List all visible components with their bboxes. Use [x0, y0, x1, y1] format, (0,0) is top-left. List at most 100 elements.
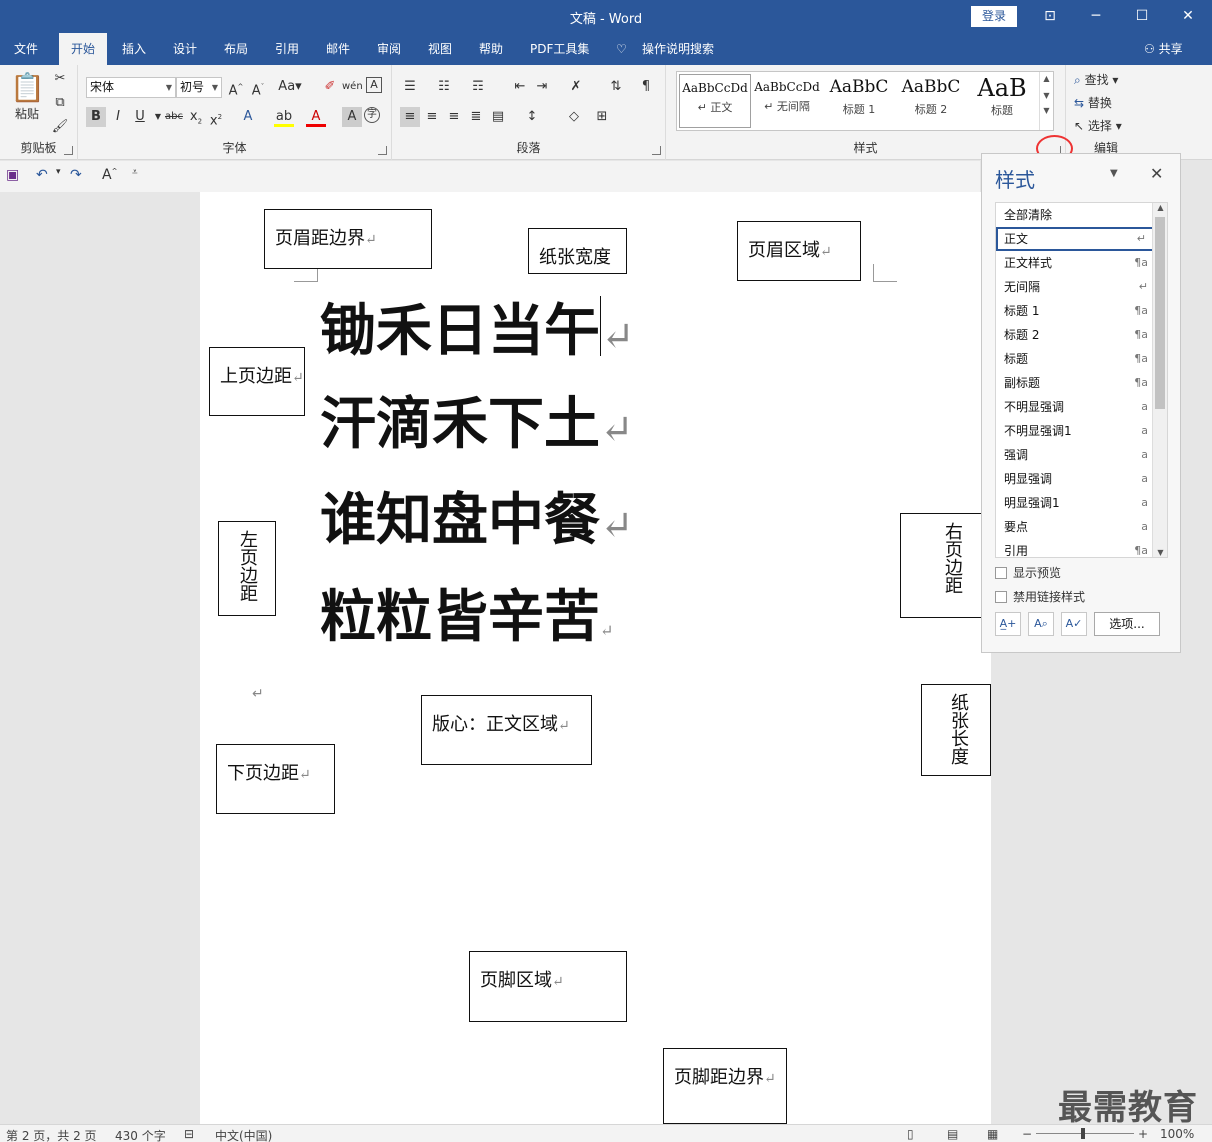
bullets-icon[interactable]: ☰ [400, 77, 420, 97]
footer-margin-box[interactable]: 页脚距边界↵ [663, 1048, 787, 1124]
strikethrough-icon[interactable]: abc [164, 107, 184, 127]
word-count[interactable]: 430 个字 [115, 1127, 166, 1142]
styles-list-scrollbar[interactable]: ▲ ▼ [1152, 203, 1167, 557]
style-item-title[interactable]: 标题 ¶a [996, 347, 1154, 371]
zoom-slider[interactable] [1036, 1133, 1134, 1134]
borders-icon[interactable]: ⊞ [592, 107, 612, 127]
header-margin-box[interactable]: 页眉距边界↵ [264, 209, 432, 269]
style-item-intense-emphasis-1[interactable]: 明显强调1 a [996, 491, 1154, 515]
line-spacing-icon[interactable]: ↕ [522, 107, 542, 127]
style-item-intense-emphasis[interactable]: 明显强调 a [996, 467, 1154, 491]
cut-icon[interactable]: ✂ [50, 69, 70, 89]
select-button[interactable]: ↖ 选择 ▾ [1074, 117, 1144, 134]
print-layout-icon[interactable]: ▤ [947, 1127, 958, 1141]
proofing-icon[interactable]: ⊟ [184, 1127, 194, 1141]
share-button[interactable]: ⚇ 共享 [1144, 33, 1183, 65]
numbering-icon[interactable]: ☷ [434, 77, 454, 97]
paste-icon[interactable]: 📋 [10, 71, 45, 104]
style-item-clear-all[interactable]: 全部清除 [996, 203, 1154, 227]
close-icon[interactable]: ✕ [1150, 164, 1163, 183]
clear-format-icon[interactable]: ✐ [320, 77, 340, 97]
tell-me-search[interactable]: 操作说明搜索 [642, 33, 714, 65]
zoom-in-icon[interactable]: + [1138, 1127, 1148, 1141]
gallery-style-normal[interactable]: AaBbCcDd ↵ 正文 [679, 74, 751, 128]
top-margin-box[interactable]: 上页边距↵ [209, 347, 305, 416]
font-name-combo[interactable]: 宋体 ▼ [86, 77, 176, 98]
increase-indent-icon[interactable]: ⇥ [532, 77, 552, 97]
zoom-slider-thumb[interactable] [1081, 1128, 1085, 1139]
maximize-icon[interactable]: ☐ [1129, 4, 1155, 28]
poem-line-1[interactable]: 锄禾日当午↵ [320, 296, 635, 369]
customize-qat-icon[interactable]: ⩡ [132, 167, 138, 178]
replace-button[interactable]: ⇆ 替换 [1074, 94, 1144, 111]
font-size-combo[interactable]: 初号 ▼ [176, 77, 222, 98]
copy-icon[interactable]: ⧉ [50, 93, 70, 113]
chevron-down-icon[interactable]: ▼ [1040, 91, 1053, 100]
gallery-style-heading2[interactable]: AaBbC 标题 2 [895, 74, 967, 128]
tab-design[interactable]: 设计 [173, 33, 197, 65]
style-item-subtle-emphasis[interactable]: 不明显强调 a [996, 395, 1154, 419]
gallery-style-heading1[interactable]: AaBbC 标题 1 [823, 74, 895, 128]
decrease-indent-icon[interactable]: ⇤ [510, 77, 530, 97]
gallery-scroll[interactable]: ▲ ▼ ▼ [1039, 72, 1053, 130]
chevron-up-icon[interactable]: ▲ [1040, 74, 1053, 83]
language[interactable]: 中文(中国) [215, 1127, 272, 1142]
checkbox-box[interactable] [995, 567, 1007, 579]
paste-button[interactable]: 粘贴 [10, 105, 44, 122]
font-color-icon[interactable]: A [306, 107, 326, 127]
read-mode-icon[interactable]: ▯ [907, 1127, 914, 1141]
tab-pdf-tools[interactable]: PDF工具集 [530, 33, 589, 65]
style-item-normal[interactable]: 正文 ↵ [996, 227, 1154, 251]
tab-insert[interactable]: 插入 [122, 33, 146, 65]
header-area-box[interactable]: 页眉区域↵ [737, 221, 861, 281]
tab-file[interactable]: 文件 [14, 33, 38, 65]
align-center-icon[interactable]: ≡ [422, 107, 442, 127]
bold-icon[interactable]: B [86, 107, 106, 127]
redo-icon[interactable]: ↷ [70, 167, 82, 183]
tab-layout[interactable]: 布局 [224, 33, 248, 65]
grow-font-icon[interactable]: A^ [102, 167, 117, 183]
text-effects-icon[interactable]: A [238, 107, 258, 127]
footer-area-box[interactable]: 页脚区域↵ [469, 951, 627, 1022]
underline-icon[interactable]: U [130, 107, 150, 127]
distributed-icon[interactable]: ▤ [488, 107, 508, 127]
style-item-quote[interactable]: 引用 ¶a [996, 539, 1154, 557]
poem-line-4[interactable]: 粒粒皆辛苦↵ [320, 585, 613, 663]
clipboard-launcher-icon[interactable] [64, 146, 73, 155]
chevron-down-icon[interactable]: ▼ [1153, 548, 1167, 557]
gallery-style-title[interactable]: AaB 标题 [967, 74, 1037, 128]
justify-icon[interactable]: ≣ [466, 107, 486, 127]
style-item-heading2[interactable]: 标题 2 ¶a [996, 323, 1154, 347]
style-item-strong[interactable]: 要点 a [996, 515, 1154, 539]
character-shading-icon[interactable]: A [342, 107, 362, 127]
minimize-icon[interactable]: ─ [1083, 4, 1109, 28]
show-marks-icon[interactable]: ¶ [636, 77, 656, 97]
paper-width-box[interactable]: 纸张宽度 [528, 228, 627, 274]
grow-font-icon[interactable]: A^ [226, 77, 246, 98]
paper-length-box[interactable]: 纸张长度 [921, 684, 991, 776]
options-button[interactable]: 选项... [1094, 612, 1160, 636]
chinese-layout-icon[interactable]: ✗ [566, 77, 586, 97]
zoom-out-icon[interactable]: − [1022, 1127, 1032, 1141]
style-item-body-style[interactable]: 正文样式 ¶a [996, 251, 1154, 275]
font-launcher-icon[interactable] [378, 146, 387, 155]
tab-home[interactable]: 开始 [59, 33, 108, 65]
body-area-box[interactable]: 版心：正文区域↵ [421, 695, 592, 765]
phonetic-guide-icon[interactable]: wén [342, 77, 363, 97]
multilevel-list-icon[interactable]: ☶ [468, 77, 488, 97]
change-case-icon[interactable]: Aa▾ [276, 77, 304, 97]
tab-mailings[interactable]: 邮件 [326, 33, 350, 65]
enclose-characters-icon[interactable]: 字 [364, 107, 380, 123]
undo-icon[interactable]: ↶ [36, 167, 48, 183]
chevron-down-icon[interactable]: ▾ [56, 167, 61, 177]
login-button[interactable]: 登录 [971, 6, 1017, 27]
zoom-level[interactable]: 100% [1160, 1127, 1194, 1141]
save-icon[interactable]: ▣ [6, 167, 19, 183]
page-count[interactable]: 第 2 页，共 2 页 [6, 1127, 97, 1142]
manage-styles-button[interactable]: A✓ [1061, 612, 1087, 636]
align-left-icon[interactable]: ≡ [400, 107, 420, 127]
ribbon-display-icon[interactable]: ⊡ [1037, 4, 1063, 28]
close-icon[interactable]: ✕ [1175, 4, 1201, 28]
gallery-style-no-spacing[interactable]: AaBbCcDd ↵ 无间隔 [751, 74, 823, 128]
style-item-no-spacing[interactable]: 无间隔 ↵ [996, 275, 1154, 299]
